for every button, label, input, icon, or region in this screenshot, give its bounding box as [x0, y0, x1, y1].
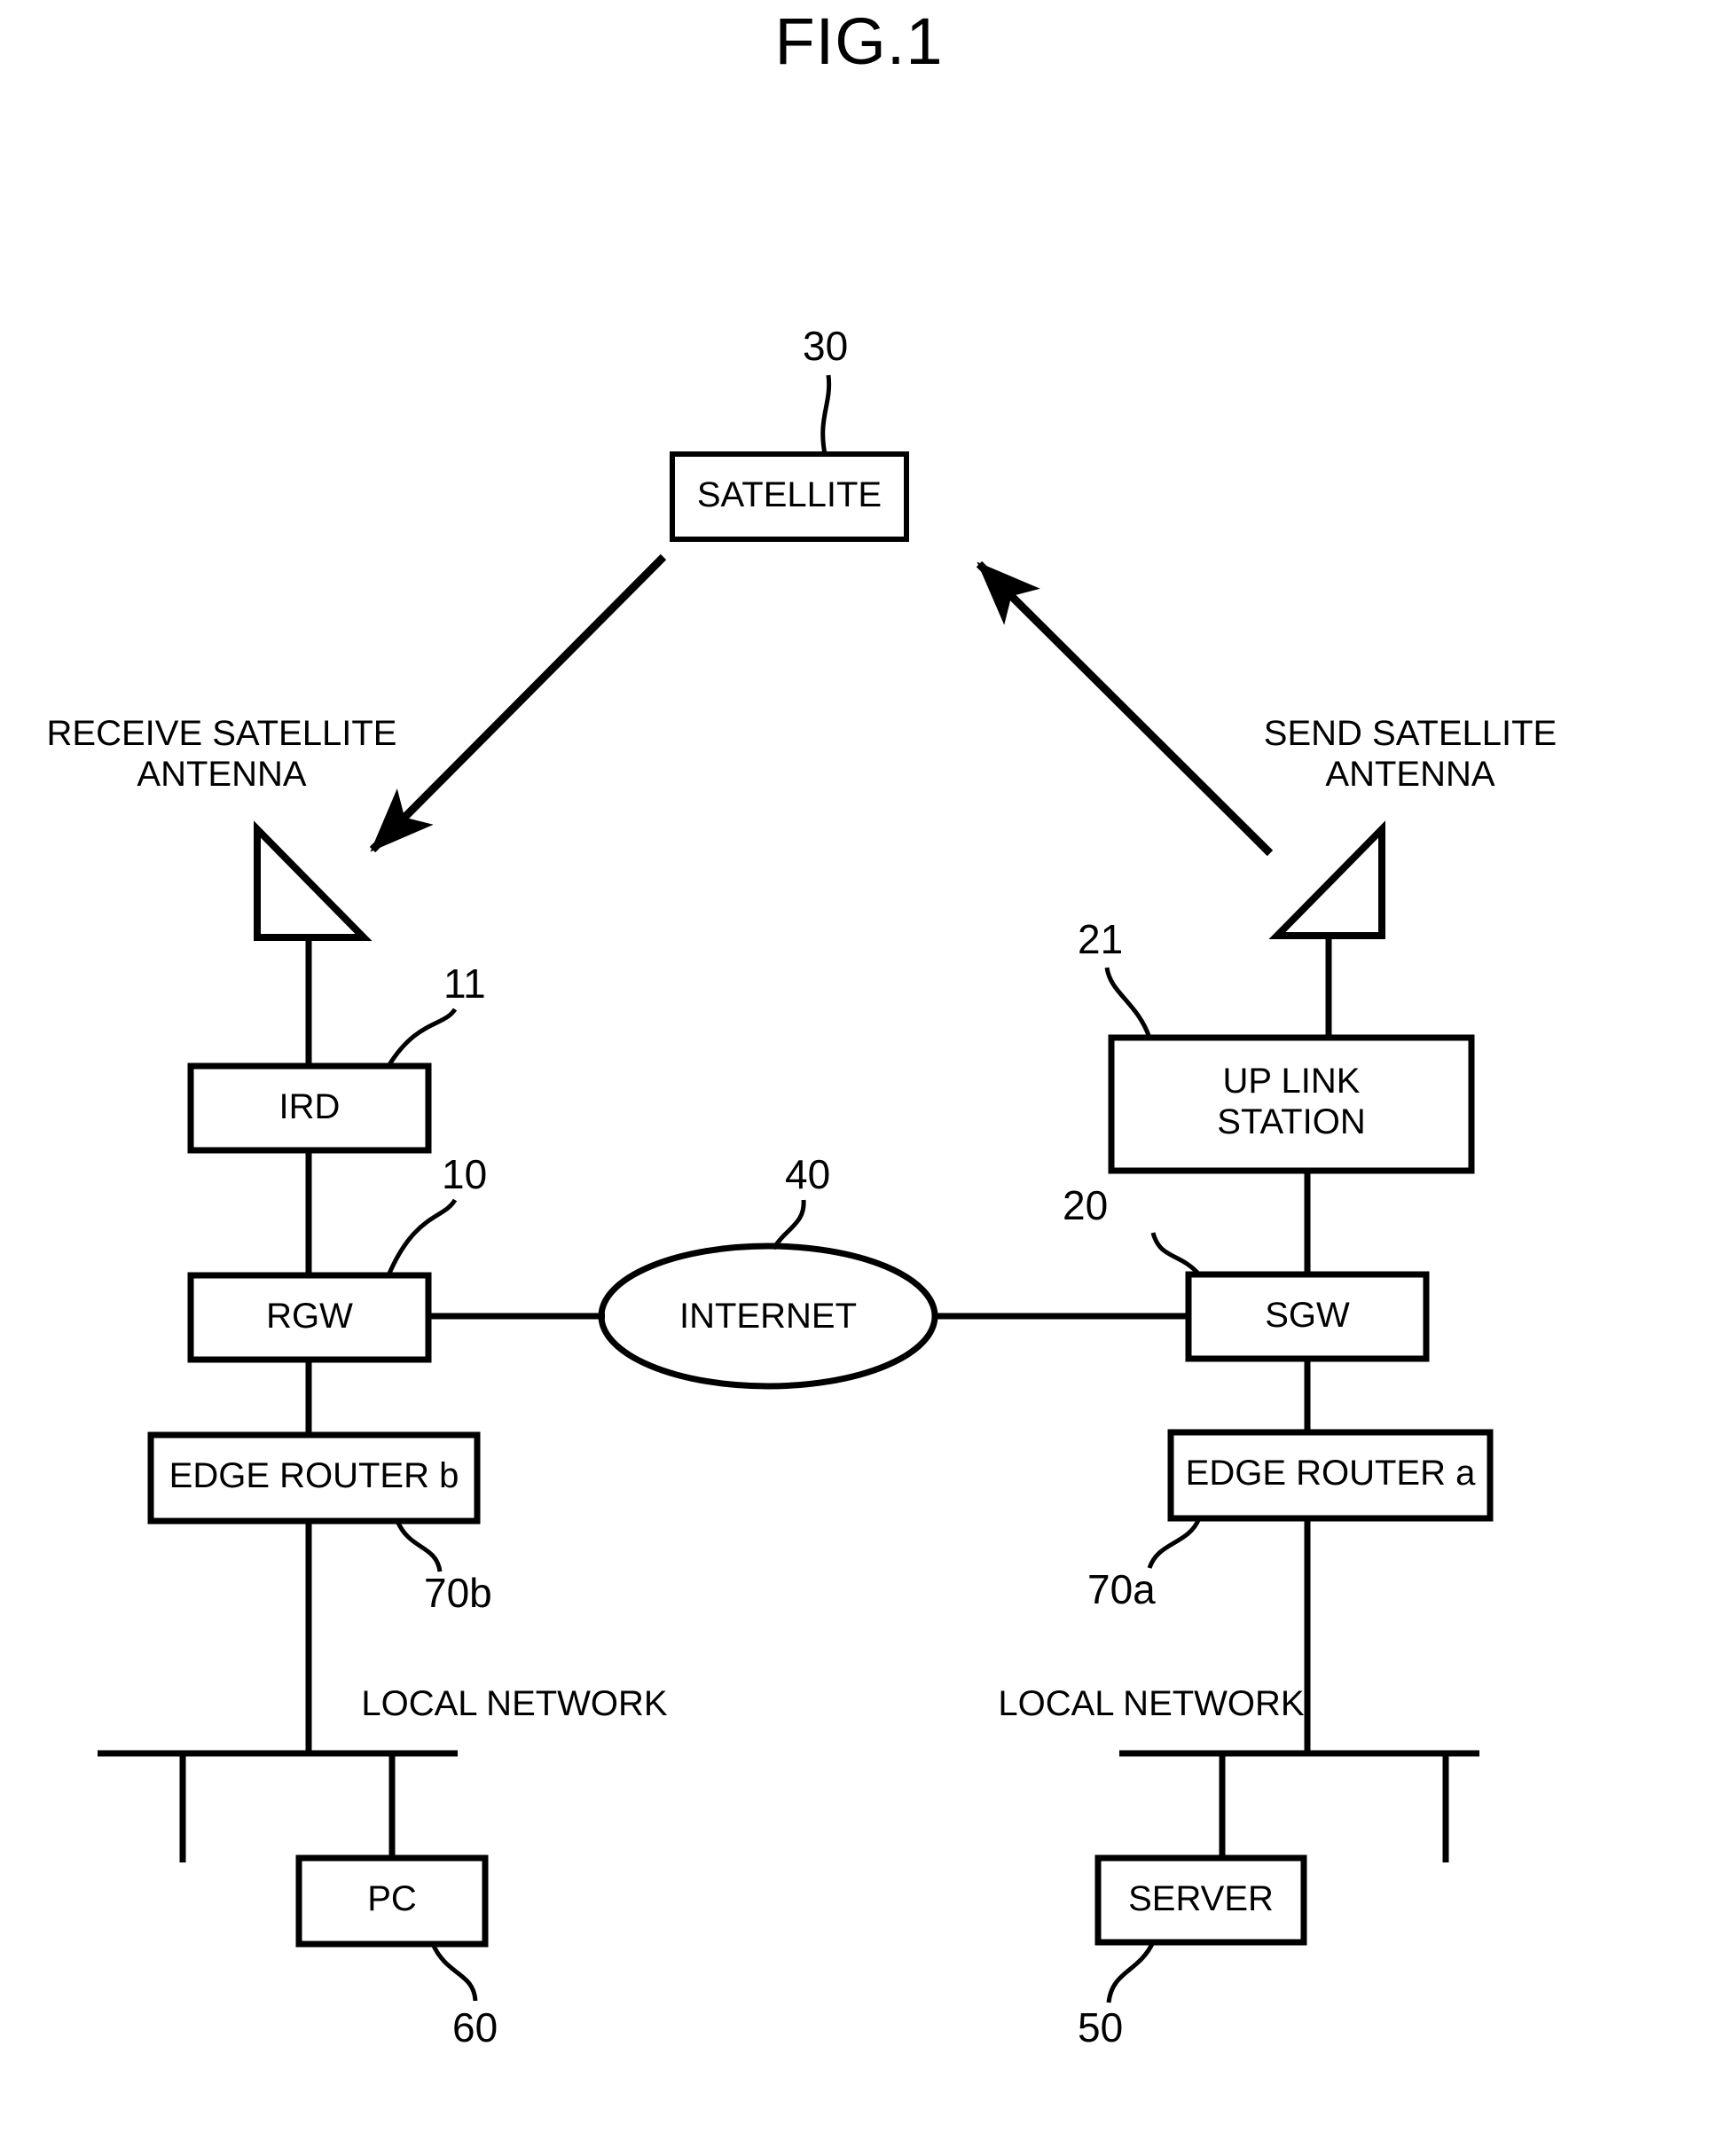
ref-number-20: 20 — [1063, 1182, 1109, 1228]
ref-number-11: 11 — [443, 960, 486, 1007]
leader-70b — [395, 1519, 443, 1572]
leader-21 — [1104, 967, 1152, 1039]
ref-number-50: 50 — [1078, 2004, 1124, 2050]
ref-number-70b: 70b — [424, 1570, 492, 1616]
downlink-arrow — [369, 553, 667, 853]
leader-50 — [1106, 1940, 1156, 2003]
local-network-right-label: LOCAL NETWORK — [998, 1684, 1305, 1723]
ird-label: IRD — [278, 1087, 341, 1126]
receive-antenna-caption-line1: RECEIVE SATELLITE — [46, 714, 397, 753]
internet-label: INTERNET — [679, 1297, 857, 1336]
edge-router-b-label: EDGE ROUTER b — [169, 1456, 459, 1495]
leader-70a — [1147, 1517, 1202, 1569]
leader-10 — [386, 1198, 458, 1276]
receive-antenna-triangle — [254, 820, 373, 941]
ref-number-70a: 70a — [1087, 1566, 1156, 1612]
leader-40 — [771, 1199, 806, 1250]
ref-number-10: 10 — [442, 1151, 488, 1197]
leader-20 — [1150, 1232, 1201, 1276]
leader-60 — [430, 1942, 478, 2002]
send-antenna-triangle — [1268, 820, 1385, 939]
ref-number-30: 30 — [803, 323, 849, 369]
send-antenna-caption-line1: SEND SATELLITE — [1263, 714, 1557, 753]
server-label: SERVER — [1128, 1879, 1274, 1918]
ref-number-60: 60 — [452, 2004, 498, 2050]
satellite-label: SATELLITE — [696, 475, 883, 514]
edge-router-a-label: EDGE ROUTER a — [1185, 1454, 1476, 1493]
leader-30 — [820, 374, 832, 455]
receive-antenna-caption-line2: ANTENNA — [137, 755, 307, 794]
uplink-station-label-line1: UP LINK — [1222, 1062, 1361, 1101]
sgw-label: SGW — [1265, 1296, 1350, 1335]
send-antenna-caption-line2: ANTENNA — [1325, 755, 1495, 794]
pc-label: PC — [367, 1879, 417, 1918]
rgw-label: RGW — [266, 1297, 353, 1336]
uplink-arrow — [976, 561, 1274, 857]
leader-11 — [386, 1007, 458, 1068]
ref-number-21: 21 — [1078, 916, 1124, 962]
local-network-left-label: LOCAL NETWORK — [361, 1684, 668, 1723]
figure-canvas: FIG.1 SATELLITE 30 RECEIVE SATELLITE ANT… — [0, 0, 1718, 2156]
uplink-station-label-line2: STATION — [1217, 1102, 1366, 1141]
ref-number-40: 40 — [785, 1151, 831, 1197]
